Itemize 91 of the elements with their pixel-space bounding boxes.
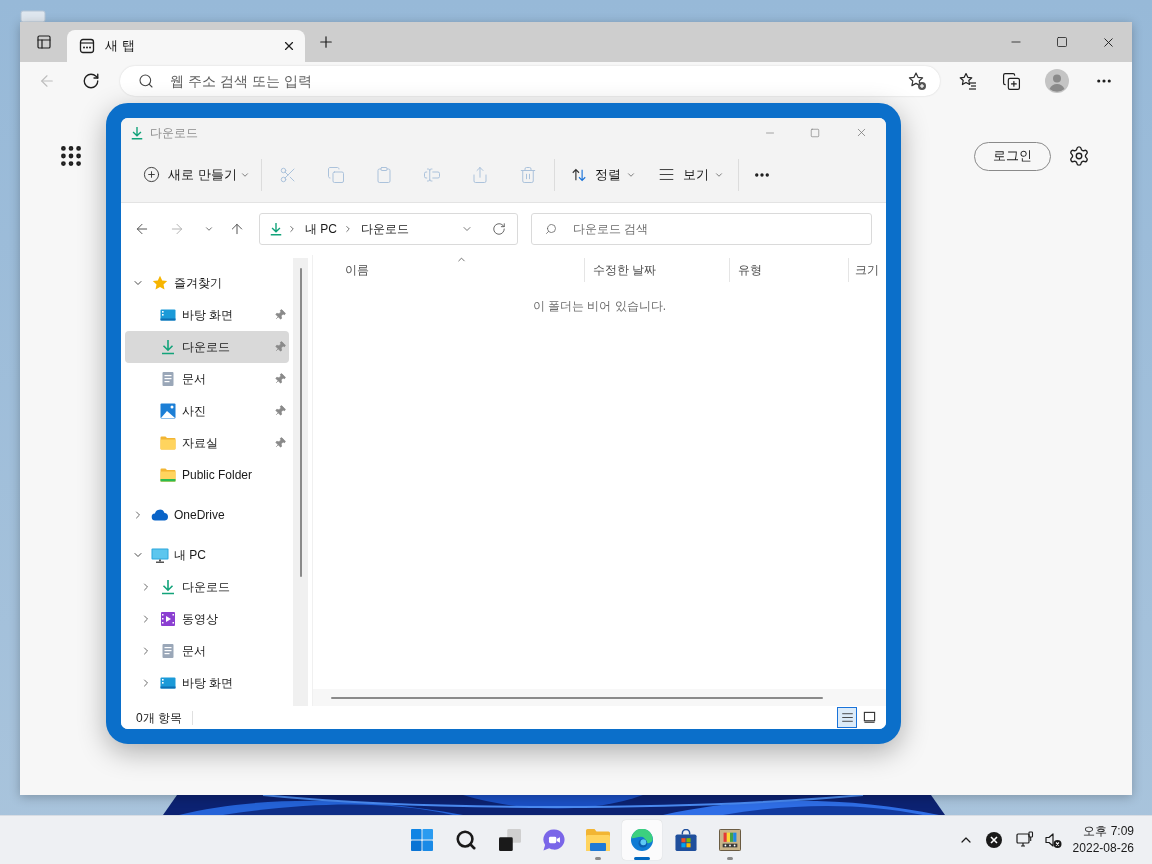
download-icon [160,579,176,595]
profile-avatar-icon[interactable] [1045,69,1069,93]
error-circle-icon[interactable] [985,832,1002,848]
speaker-muted-icon[interactable] [1043,831,1062,849]
clipboard-icon [374,165,393,184]
clock-date[interactable]: 2022-08-26 [1072,840,1134,857]
sort-arrows-icon [570,166,587,183]
download-icon [160,339,176,355]
scrollbar-thumb[interactable] [300,268,302,577]
sidebar-item[interactable]: 문서 [125,635,289,667]
video-icon [161,612,175,626]
add-favorite-icon[interactable] [907,71,927,91]
breadcrumb-item[interactable]: 다운로드 [361,220,409,238]
document-icon [162,643,174,659]
sort-button[interactable]: 정렬 [562,158,642,191]
details-view-button[interactable] [837,707,857,728]
sidebar-item[interactable]: 동영상 [125,603,289,635]
scissors-icon [278,165,297,184]
address-bar[interactable]: 웹 주소 검색 또는 입력 [120,66,940,96]
list-lines-icon [840,711,854,724]
share-icon [470,165,489,184]
color-bars-box-icon [719,829,741,851]
chevron-down-icon[interactable] [204,224,214,234]
lines-icon [657,166,675,183]
sidebar-item[interactable]: 다운로드 [125,571,289,603]
windows-logo-icon [411,829,433,851]
folder-icon [160,436,176,450]
sidebar-item[interactable]: Public Folder [125,459,289,491]
window-title: 다운로드 [150,124,198,142]
tab-actions-icon[interactable] [36,34,52,50]
monitor-icon [151,547,169,563]
copy-icon [326,165,345,184]
address-bar[interactable]: 내 PC 다운로드 [259,213,518,245]
refresh-icon[interactable] [82,72,100,90]
breadcrumb-item[interactable]: 내 PC [305,220,337,238]
column-header[interactable]: 이름 [313,258,584,282]
folder-icon [160,468,176,482]
column-header[interactable]: 수정한 날짜 [584,258,729,282]
new-tab-icon[interactable] [317,33,335,51]
search-icon [545,223,557,235]
column-header[interactable]: 크기 [848,258,886,282]
sidebar-item[interactable]: 내 PC [125,539,289,571]
scrollbar-thumb[interactable] [331,696,823,699]
settings-icon[interactable] [1068,145,1090,167]
plus-circle-icon [143,166,160,183]
vertical-scrollbar[interactable] [293,258,308,706]
cloud-icon [151,509,169,521]
collections-icon[interactable] [1002,71,1021,91]
search-box[interactable]: 다운로드 검색 [531,213,872,245]
chevron-right-icon [343,224,353,234]
download-icon [269,221,283,237]
sidebar-item[interactable]: 문서 [125,363,289,395]
close-tab-icon[interactable] [282,39,296,53]
new-button[interactable]: 새로 만들기 [135,158,256,191]
desktop-icon [160,309,176,321]
folder-icon [586,829,610,851]
sidebar-item[interactable]: 즐겨찾기 [125,267,289,299]
browser-tab[interactable]: 새 탭 [67,30,305,62]
sidebar-item[interactable]: 자료실 [125,427,289,459]
login-button[interactable]: 로그인 [974,141,1051,171]
sidebar-item[interactable]: 다운로드 [125,331,289,363]
view-button[interactable]: 보기 [649,158,730,191]
trash-icon [518,165,537,184]
search-icon [455,829,477,851]
tab-page-icon [79,38,95,54]
star-icon [152,275,168,291]
search-icon [138,73,154,89]
sidebar-item[interactable]: 바탕 화면 [125,667,289,699]
clock-time[interactable]: 오후 7:09 [1083,823,1134,840]
rectangle-icon [862,711,876,724]
download-icon [130,124,144,141]
task-view-icon [499,829,521,851]
item-count: 0개 항목 [136,709,182,727]
wave-circle-icon [631,829,653,851]
favorites-list-icon[interactable] [958,71,978,91]
horizontal-scrollbar[interactable] [313,689,886,706]
shopping-bag-icon [675,829,697,851]
desktop-icon [160,677,176,689]
sidebar-item[interactable]: 사진 [125,395,289,427]
chevron-right-icon [287,224,297,234]
sidebar-item[interactable]: OneDrive [125,499,289,531]
empty-folder-message: 이 폴더는 비어 있습니다. [532,298,667,315]
sidebar-item[interactable]: 바탕 화면 [125,299,289,331]
maximize-icon[interactable] [1056,36,1068,48]
apps-grid-icon[interactable] [58,143,84,169]
monitor-plug-icon[interactable] [1015,831,1034,849]
document-icon [162,371,174,387]
chat-camera-icon [543,829,565,851]
picture-icon [160,403,176,419]
text-cursor-icon [422,165,441,184]
column-header[interactable]: 유형 [729,258,848,282]
